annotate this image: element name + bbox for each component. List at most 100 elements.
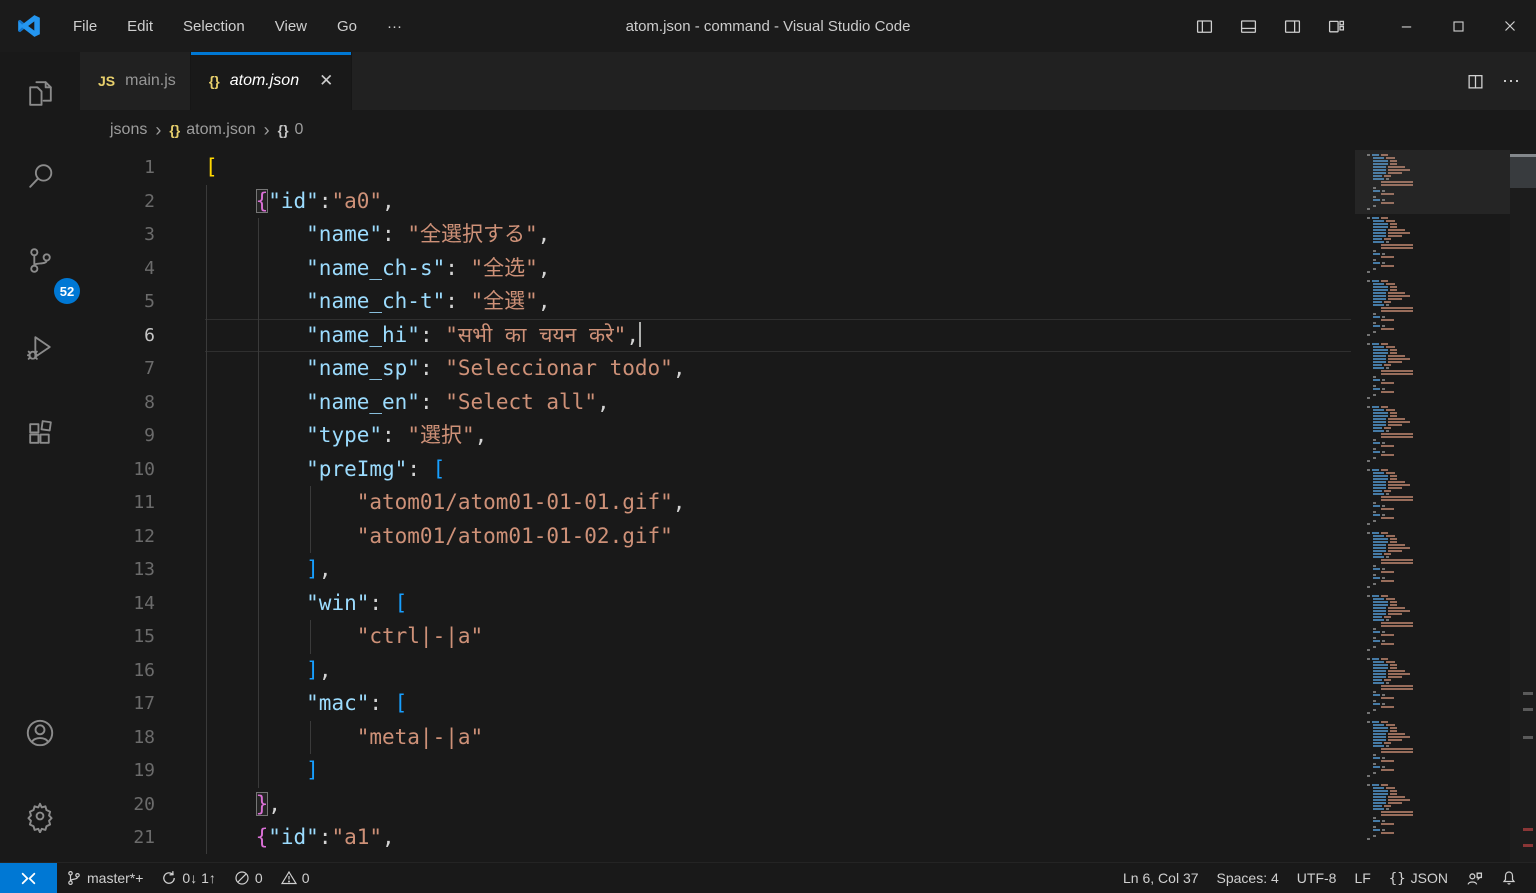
line-number[interactable]: 16 bbox=[80, 654, 155, 688]
scrollbar-thumb[interactable] bbox=[1510, 154, 1536, 188]
menu-file[interactable]: File bbox=[60, 12, 110, 41]
status-encoding[interactable]: UTF-8 bbox=[1288, 863, 1346, 893]
breadcrumb-item[interactable]: {}atom.json bbox=[169, 121, 255, 139]
line-number[interactable]: 18 bbox=[80, 721, 155, 755]
account-icon[interactable] bbox=[16, 709, 64, 757]
line-number[interactable]: 14 bbox=[80, 587, 155, 621]
status-warnings[interactable]: 0 bbox=[272, 863, 319, 893]
line-number[interactable]: 3 bbox=[80, 218, 155, 252]
code-line[interactable]: "name": "全選択する", bbox=[205, 218, 1355, 252]
line-number[interactable]: 15 bbox=[80, 620, 155, 654]
code-token: : bbox=[369, 591, 394, 615]
line-number[interactable]: 13 bbox=[80, 553, 155, 587]
status-indentation[interactable]: Spaces: 4 bbox=[1208, 863, 1288, 893]
line-number[interactable]: 2 bbox=[80, 185, 155, 219]
minimap-viewport[interactable] bbox=[1355, 150, 1510, 214]
line-number[interactable]: 21 bbox=[80, 821, 155, 855]
tab-main-js[interactable]: JSmain.js bbox=[80, 52, 191, 110]
code-line[interactable]: "type": "選択", bbox=[205, 419, 1355, 453]
status-notifications[interactable] bbox=[1492, 863, 1526, 893]
code-line[interactable]: "name_en": "Select all", bbox=[205, 386, 1355, 420]
code-line[interactable]: "meta|-|a" bbox=[205, 721, 1355, 755]
code-line[interactable]: "name_hi": "सभी का चयन करे", bbox=[205, 319, 1355, 353]
line-number[interactable]: 1 bbox=[80, 151, 155, 185]
line-number[interactable]: 5 bbox=[80, 285, 155, 319]
line-number-gutter[interactable]: 123456789101112131415161718192021 bbox=[80, 150, 205, 862]
status-remote[interactable] bbox=[0, 863, 57, 893]
code-line[interactable]: "mac": [ bbox=[205, 687, 1355, 721]
status-errors[interactable]: 0 bbox=[225, 863, 272, 893]
code-line[interactable]: {"id":"a1", bbox=[205, 821, 1355, 855]
code-token: , bbox=[673, 356, 686, 380]
explorer-icon[interactable] bbox=[16, 69, 64, 117]
line-number[interactable]: 19 bbox=[80, 754, 155, 788]
line-number[interactable]: 10 bbox=[80, 453, 155, 487]
breadcrumb-item[interactable]: {}0 bbox=[278, 121, 304, 139]
line-number[interactable]: 11 bbox=[80, 486, 155, 520]
breadcrumb-item[interactable]: jsons bbox=[110, 121, 147, 139]
toggle-sidebar-icon[interactable] bbox=[1182, 0, 1226, 52]
maximize-button[interactable] bbox=[1432, 0, 1484, 52]
run-and-debug-icon[interactable] bbox=[16, 323, 64, 371]
code-line[interactable]: "name_ch-t": "全選", bbox=[205, 285, 1355, 319]
code-line[interactable]: "preImg": [ bbox=[205, 453, 1355, 487]
code-line[interactable]: "atom01/atom01-01-02.gif" bbox=[205, 520, 1355, 554]
breadcrumb: jsons›{}atom.json›{}0 bbox=[80, 110, 1536, 150]
code-token: "選択" bbox=[407, 423, 474, 447]
source-control-icon[interactable]: 52 bbox=[16, 236, 64, 284]
code-line[interactable]: {"id":"a0", bbox=[205, 185, 1355, 219]
code-line[interactable]: "ctrl|-|a" bbox=[205, 620, 1355, 654]
code-token bbox=[205, 725, 357, 749]
code-area[interactable]: [ {"id":"a0", "name": "全選択する", "name_ch-… bbox=[205, 150, 1355, 862]
menu-go[interactable]: Go bbox=[324, 12, 370, 41]
status-cursor-position[interactable]: Ln 6, Col 37 bbox=[1114, 863, 1208, 893]
close-button[interactable] bbox=[1484, 0, 1536, 52]
code-line[interactable]: ] bbox=[205, 754, 1355, 788]
code-line[interactable]: ], bbox=[205, 553, 1355, 587]
line-number[interactable]: 20 bbox=[80, 788, 155, 822]
status-eol[interactable]: LF bbox=[1345, 863, 1379, 893]
status-bar: master*+0↓ 1↑00 Ln 6, Col 37Spaces: 4UTF… bbox=[0, 862, 1536, 893]
line-number[interactable]: 4 bbox=[80, 252, 155, 286]
code-line[interactable]: "win": [ bbox=[205, 587, 1355, 621]
code-token: "सभी का चयन करे" bbox=[445, 323, 626, 347]
line-number[interactable]: 6 bbox=[80, 319, 155, 353]
close-tab-icon[interactable]: ✕ bbox=[315, 69, 337, 93]
toggle-secondary-sidebar-icon[interactable] bbox=[1270, 0, 1314, 52]
code-line[interactable]: }, bbox=[205, 788, 1355, 822]
minimap[interactable] bbox=[1355, 150, 1510, 862]
line-number[interactable]: 7 bbox=[80, 352, 155, 386]
split-editor-icon[interactable] bbox=[1467, 73, 1484, 90]
status-language-mode[interactable]: {}JSON bbox=[1380, 863, 1457, 893]
breadcrumb-label: 0 bbox=[295, 121, 304, 139]
code-line[interactable]: "name_ch-s": "全选", bbox=[205, 252, 1355, 286]
line-number[interactable]: 8 bbox=[80, 386, 155, 420]
tab-atom-json[interactable]: {}atom.json✕ bbox=[191, 52, 353, 110]
code-token: : bbox=[319, 825, 332, 849]
menu-edit[interactable]: Edit bbox=[114, 12, 166, 41]
line-number[interactable]: 17 bbox=[80, 687, 155, 721]
search-icon[interactable] bbox=[16, 152, 64, 200]
line-number[interactable]: 12 bbox=[80, 520, 155, 554]
settings-icon[interactable] bbox=[16, 792, 64, 840]
customize-layout-icon[interactable] bbox=[1314, 0, 1358, 52]
code-token bbox=[205, 691, 306, 715]
toggle-panel-icon[interactable] bbox=[1226, 0, 1270, 52]
status-sync[interactable]: 0↓ 1↑ bbox=[152, 863, 224, 893]
status-branch[interactable]: master*+ bbox=[57, 863, 152, 893]
status-feedback[interactable] bbox=[1457, 863, 1492, 893]
line-number[interactable]: 9 bbox=[80, 419, 155, 453]
menu-more[interactable]: ··· bbox=[374, 12, 415, 41]
code-line[interactable]: [ bbox=[205, 151, 1355, 185]
code-line[interactable]: ], bbox=[205, 654, 1355, 688]
code-token: , bbox=[382, 825, 395, 849]
more-actions-icon[interactable]: ⋯ bbox=[1502, 71, 1522, 92]
code-line[interactable]: "atom01/atom01-01-01.gif", bbox=[205, 486, 1355, 520]
minimize-button[interactable] bbox=[1380, 0, 1432, 52]
vertical-scrollbar[interactable] bbox=[1510, 150, 1536, 862]
menu-view[interactable]: View bbox=[262, 12, 320, 41]
code-line[interactable]: "name_sp": "Seleccionar todo", bbox=[205, 352, 1355, 386]
extensions-icon[interactable] bbox=[16, 409, 64, 457]
menu-selection[interactable]: Selection bbox=[170, 12, 258, 41]
code-token bbox=[205, 390, 306, 414]
